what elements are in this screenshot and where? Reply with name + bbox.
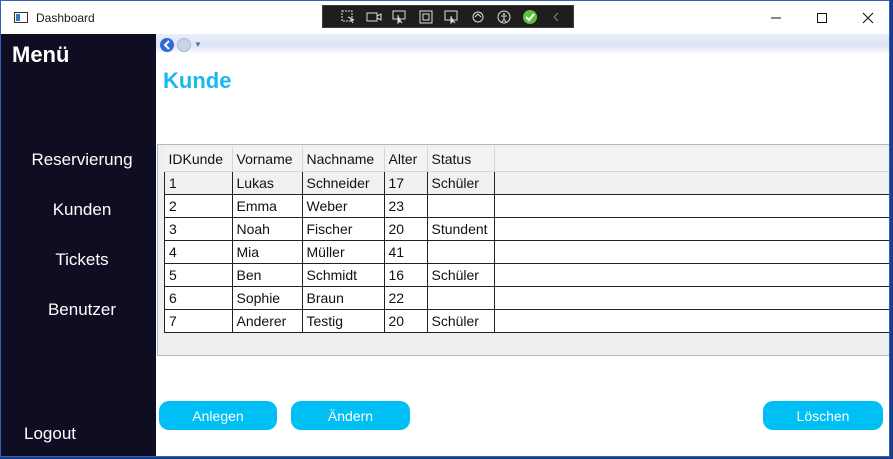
main-content: ▼ Kunde IDKunde Vorname Nachname Alter S… bbox=[156, 34, 889, 456]
table-row[interactable]: 4 Mia Müller 41 bbox=[164, 240, 889, 264]
app-window: Dashboard Menü Reservierung Kunden Ticke… bbox=[0, 0, 890, 457]
cell-status[interactable]: Stundent bbox=[427, 217, 495, 241]
cell-idkunde[interactable]: 2 bbox=[164, 194, 233, 218]
sidebar-item-kunden[interactable]: Kunden bbox=[1, 200, 163, 220]
chevron-down-icon[interactable]: ▼ bbox=[194, 40, 202, 49]
cell-idkunde[interactable]: 1 bbox=[164, 171, 233, 195]
column-header-vorname[interactable]: Vorname bbox=[232, 147, 303, 172]
title-bar[interactable]: Dashboard bbox=[1, 1, 889, 34]
minimize-icon bbox=[771, 17, 781, 18]
cell-nachname[interactable]: Müller bbox=[302, 240, 385, 264]
table-row[interactable]: 1 Lukas Schneider 17 Schüler bbox=[164, 171, 889, 195]
back-arrow-icon[interactable] bbox=[160, 38, 174, 52]
cell-vorname[interactable]: Mia bbox=[232, 240, 303, 264]
cell-filler bbox=[494, 171, 889, 195]
maximize-icon bbox=[817, 12, 827, 23]
cell-alter[interactable]: 41 bbox=[384, 240, 428, 264]
cell-alter[interactable]: 16 bbox=[384, 263, 428, 287]
cell-filler bbox=[494, 217, 889, 241]
sidebar-item-reservierung[interactable]: Reservierung bbox=[1, 150, 163, 170]
column-header-filler bbox=[494, 147, 889, 172]
sidebar-item-tickets[interactable]: Tickets bbox=[1, 250, 163, 270]
cell-vorname[interactable]: Lukas bbox=[232, 171, 303, 195]
video-icon[interactable] bbox=[361, 6, 387, 27]
cell-alter[interactable]: 20 bbox=[384, 217, 428, 241]
devtools-toolbar bbox=[322, 5, 574, 28]
edit-button[interactable]: Ändern bbox=[291, 401, 410, 430]
close-button[interactable] bbox=[845, 1, 889, 34]
window-title: Dashboard bbox=[36, 11, 95, 25]
collapse-icon[interactable] bbox=[543, 6, 569, 27]
frame-icon[interactable] bbox=[413, 6, 439, 27]
column-header-idkunde[interactable]: IDKunde bbox=[164, 147, 233, 172]
cell-vorname[interactable]: Anderer bbox=[232, 309, 303, 333]
track-focus-icon[interactable] bbox=[439, 6, 465, 27]
logout-button[interactable]: Logout bbox=[24, 424, 76, 444]
table-row[interactable]: 2 Emma Weber 23 bbox=[164, 194, 889, 218]
cell-filler bbox=[494, 263, 889, 287]
cell-alter[interactable]: 17 bbox=[384, 171, 428, 195]
page-title: Kunde bbox=[163, 68, 232, 93]
pointer-icon[interactable] bbox=[387, 6, 413, 27]
table-row[interactable]: 7 Anderer Testig 20 Schüler bbox=[164, 309, 889, 333]
cell-nachname[interactable]: Schneider bbox=[302, 171, 385, 195]
close-icon bbox=[862, 12, 874, 23]
table-header-row: IDKunde Vorname Nachname Alter Status bbox=[164, 147, 889, 172]
cell-idkunde[interactable]: 3 bbox=[164, 217, 233, 241]
customer-grid[interactable]: IDKunde Vorname Nachname Alter Status 1 … bbox=[157, 144, 889, 356]
select-element-icon[interactable] bbox=[335, 6, 361, 27]
cell-idkunde[interactable]: 6 bbox=[164, 286, 233, 310]
customer-table: IDKunde Vorname Nachname Alter Status 1 … bbox=[164, 147, 889, 333]
cell-status[interactable] bbox=[427, 286, 495, 310]
sidebar: Menü Reservierung Kunden Tickets Benutze… bbox=[1, 34, 156, 456]
cell-nachname[interactable]: Weber bbox=[302, 194, 385, 218]
table-row[interactable]: 6 Sophie Braun 22 bbox=[164, 286, 889, 310]
minimize-button[interactable] bbox=[753, 1, 799, 34]
table-row[interactable]: 5 Ben Schmidt 16 Schüler bbox=[164, 263, 889, 287]
cell-filler bbox=[494, 286, 889, 310]
cell-status[interactable] bbox=[427, 240, 495, 264]
column-header-alter[interactable]: Alter bbox=[384, 147, 428, 172]
cell-vorname[interactable]: Ben bbox=[232, 263, 303, 287]
cell-idkunde[interactable]: 7 bbox=[164, 309, 233, 333]
cell-status[interactable]: Schüler bbox=[427, 309, 495, 333]
cell-nachname[interactable]: Fischer bbox=[302, 217, 385, 241]
menu-title: Menü bbox=[12, 42, 70, 67]
hot-reload-icon[interactable] bbox=[465, 6, 491, 27]
column-header-status[interactable]: Status bbox=[427, 147, 495, 172]
column-header-nachname[interactable]: Nachname bbox=[302, 147, 385, 172]
cell-vorname[interactable]: Noah bbox=[232, 217, 303, 241]
cell-status[interactable]: Schüler bbox=[427, 263, 495, 287]
cell-status[interactable]: Schüler bbox=[427, 171, 495, 195]
app-icon bbox=[14, 12, 28, 23]
check-icon[interactable] bbox=[517, 6, 543, 27]
sidebar-item-benutzer[interactable]: Benutzer bbox=[1, 300, 163, 320]
cell-vorname[interactable]: Emma bbox=[232, 194, 303, 218]
cell-alter[interactable]: 22 bbox=[384, 286, 428, 310]
cell-status[interactable] bbox=[427, 194, 495, 218]
create-button[interactable]: Anlegen bbox=[159, 401, 277, 430]
maximize-button[interactable] bbox=[799, 1, 845, 34]
accessibility-icon[interactable] bbox=[491, 6, 517, 27]
cell-filler bbox=[494, 194, 889, 218]
cell-nachname[interactable]: Braun bbox=[302, 286, 385, 310]
cell-alter[interactable]: 20 bbox=[384, 309, 428, 333]
delete-button[interactable]: Löschen bbox=[763, 401, 883, 430]
cell-vorname[interactable]: Sophie bbox=[232, 286, 303, 310]
cell-filler bbox=[494, 240, 889, 264]
cell-idkunde[interactable]: 5 bbox=[164, 263, 233, 287]
cell-nachname[interactable]: Testig bbox=[302, 309, 385, 333]
frame-nav-bar: ▼ bbox=[156, 34, 889, 54]
forward-arrow-icon[interactable] bbox=[177, 38, 191, 52]
cell-idkunde[interactable]: 4 bbox=[164, 240, 233, 264]
table-row[interactable]: 3 Noah Fischer 20 Stundent bbox=[164, 217, 889, 241]
cell-alter[interactable]: 23 bbox=[384, 194, 428, 218]
cell-filler bbox=[494, 309, 889, 333]
cell-nachname[interactable]: Schmidt bbox=[302, 263, 385, 287]
